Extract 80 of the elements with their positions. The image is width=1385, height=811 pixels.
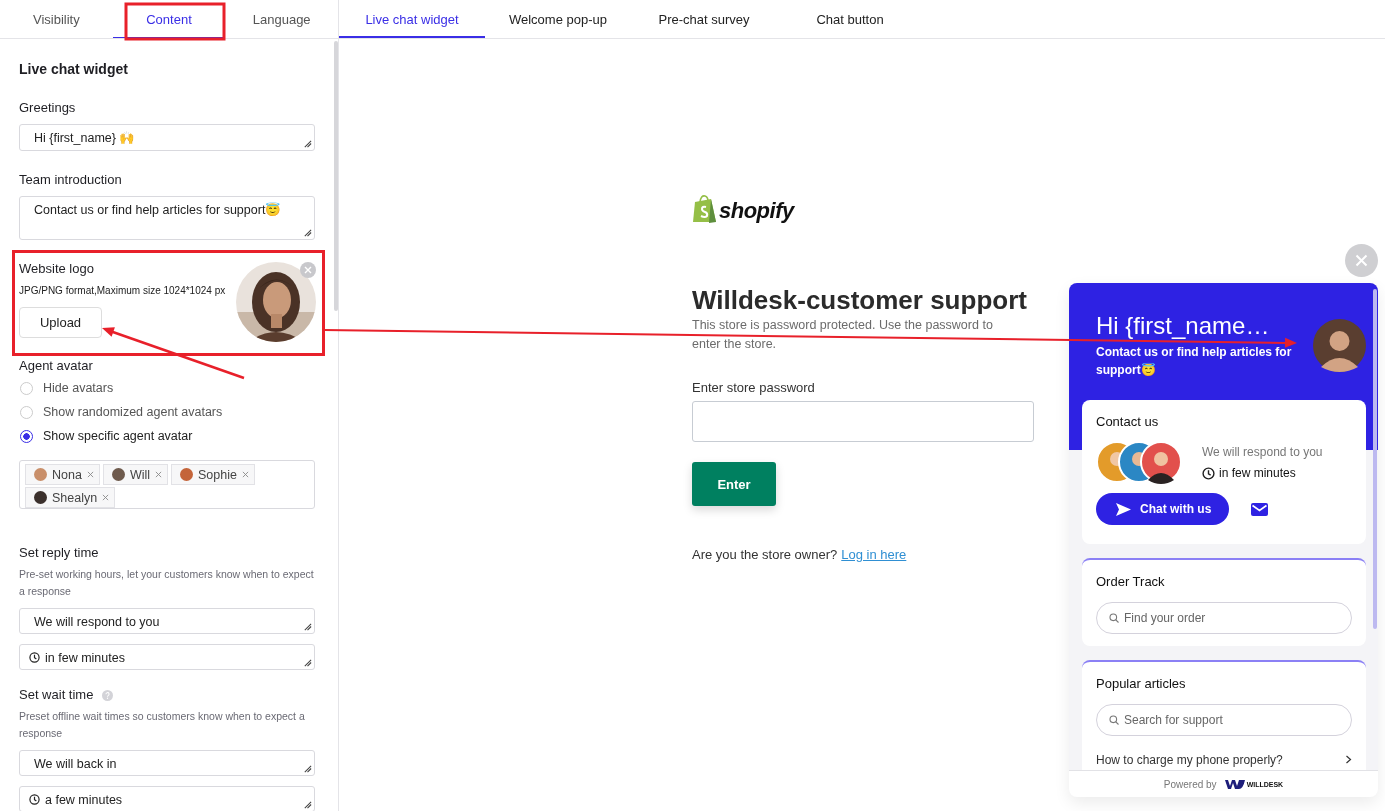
search-icon bbox=[1109, 613, 1119, 623]
section-description: Preset offline wait times so customers know when to expect a response bbox=[19, 709, 306, 741]
avatar-icon bbox=[34, 468, 47, 481]
preview-tab[interactable]: Welcome pop-up bbox=[485, 0, 631, 38]
field-label: Agent avatar bbox=[19, 358, 94, 374]
send-icon bbox=[1116, 502, 1131, 516]
radio-button[interactable] bbox=[20, 429, 33, 443]
owner-prompt: Are you the store owner? bbox=[692, 547, 838, 562]
agent-tag[interactable]: Shealyn bbox=[25, 487, 116, 508]
close-icon[interactable] bbox=[300, 262, 316, 278]
avatar-icon bbox=[111, 468, 125, 481]
preview-tab[interactable]: Chat button bbox=[777, 0, 923, 38]
format-hint: JPG/PNG format,Maximum size 1024*1024 px bbox=[19, 285, 227, 297]
scrollbar[interactable] bbox=[334, 41, 338, 311]
text-field[interactable]: We will respond to you bbox=[19, 608, 315, 634]
upload-button[interactable]: Upload bbox=[19, 307, 102, 338]
resize-handle-icon bbox=[303, 622, 312, 631]
chat-button[interactable]: Chat with us bbox=[1096, 493, 1229, 525]
text-field[interactable]: Contact us or find help articles for support😇 bbox=[19, 196, 315, 240]
resize-handle-icon bbox=[303, 800, 312, 809]
field-label: Team introduction bbox=[19, 172, 123, 188]
search-icon bbox=[1109, 715, 1119, 725]
shopping-bag-icon bbox=[692, 194, 717, 224]
mail-icon[interactable] bbox=[1251, 502, 1268, 516]
remove-icon[interactable] bbox=[102, 494, 110, 501]
resize-handle-icon bbox=[303, 764, 312, 773]
text-field[interactable]: Hi {first_name} 🙌 bbox=[19, 124, 315, 151]
clock-icon bbox=[29, 794, 40, 805]
card-title: Popular articles bbox=[1096, 676, 1187, 692]
widget-intro: Contact us or find help articles for support😇 bbox=[1096, 344, 1293, 379]
section-description: Pre-set working hours, let your customers know when to expect a response bbox=[19, 567, 315, 599]
text-field[interactable]: We will back in bbox=[19, 750, 315, 776]
field-label: Enter store password bbox=[692, 380, 816, 395]
avatar-icon bbox=[180, 468, 194, 481]
clock-icon bbox=[29, 652, 40, 663]
option-label[interactable]: Show specific agent avatar bbox=[43, 429, 193, 443]
store-title: Willdesk-customer support bbox=[692, 284, 1028, 316]
enter-button[interactable]: Enter bbox=[692, 462, 776, 506]
agent-tag[interactable]: Nona bbox=[25, 464, 100, 485]
field-label: Greetings bbox=[19, 100, 77, 116]
section-label: Set wait time bbox=[19, 687, 94, 703]
settings-tab[interactable]: Visibility bbox=[0, 0, 113, 38]
close-button[interactable] bbox=[1345, 244, 1378, 277]
resize-handle-icon bbox=[303, 658, 312, 667]
card-title: Contact us bbox=[1096, 414, 1160, 430]
option-label[interactable]: Hide avatars bbox=[43, 381, 114, 395]
chevron-right-icon bbox=[1345, 755, 1352, 764]
agent-tag[interactable]: Sophie bbox=[171, 464, 255, 485]
clock-icon bbox=[1202, 466, 1215, 480]
agent-tag[interactable]: Will bbox=[102, 464, 169, 485]
resize-handle-icon bbox=[303, 228, 312, 237]
store-description: This store is password protected. Use the password to enter the store. bbox=[692, 317, 994, 353]
password-field[interactable] bbox=[692, 401, 1034, 442]
resize-handle-icon bbox=[303, 139, 312, 148]
remove-icon[interactable] bbox=[155, 471, 163, 478]
agent-avatar bbox=[1313, 319, 1366, 372]
remove-icon[interactable] bbox=[86, 471, 94, 478]
avatar-icon bbox=[34, 491, 47, 504]
preview-tab[interactable]: Pre-chat survey bbox=[631, 0, 777, 38]
store-logo-text: shopify bbox=[719, 198, 794, 224]
section-label: Set reply time bbox=[19, 545, 99, 561]
reply-time: in few minutes bbox=[1219, 466, 1296, 480]
login-link[interactable]: Log in here bbox=[841, 547, 907, 562]
settings-tab[interactable]: Language bbox=[225, 0, 338, 38]
text-field[interactable]: in few minutes bbox=[19, 644, 315, 670]
panel-title: Live chat widget bbox=[19, 60, 129, 78]
text-field[interactable]: a few minutes bbox=[19, 786, 315, 811]
card-title: Order Track bbox=[1096, 574, 1166, 590]
preview-tab[interactable]: Live chat widget bbox=[339, 0, 485, 38]
scrollbar[interactable] bbox=[1373, 289, 1377, 629]
reply-text: We will respond to you bbox=[1202, 444, 1323, 460]
brand-logo-icon bbox=[1224, 779, 1245, 789]
field-label: Website logo bbox=[19, 261, 95, 277]
agent-select-field[interactable]: Nona Will Sophie Shealyn bbox=[19, 460, 315, 509]
settings-tab[interactable]: Content bbox=[112, 0, 226, 38]
powered-by-label: Powered by bbox=[1163, 778, 1217, 790]
widget-greeting: Hi {first_name… bbox=[1096, 311, 1271, 341]
article-link[interactable]: How to charge my phone properly? bbox=[1096, 753, 1283, 767]
remove-icon[interactable] bbox=[241, 471, 249, 478]
option-label[interactable]: Show randomized agent avatars bbox=[43, 405, 223, 419]
